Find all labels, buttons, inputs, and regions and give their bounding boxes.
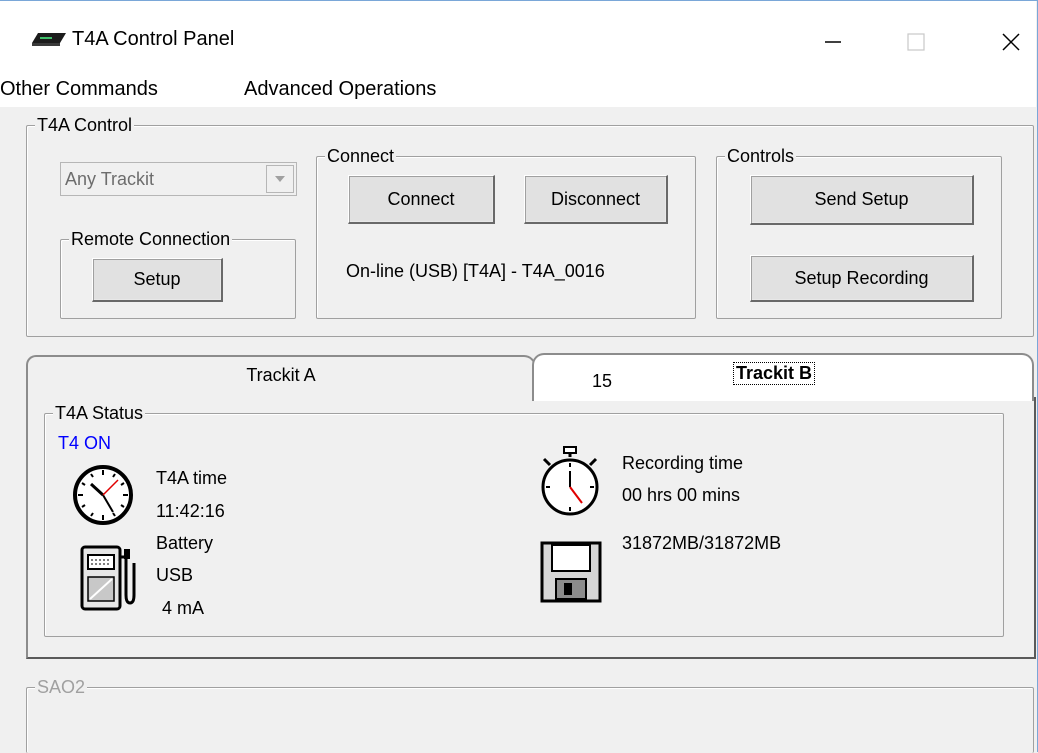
t4a-control-label: T4A Control [35, 114, 135, 136]
window-title: T4A Control Panel [72, 28, 235, 50]
trackit-select-value: Any Trackit [65, 169, 155, 189]
storage-capacity: 31872MB/31872MB [622, 533, 782, 553]
remote-connection-label: Remote Connection [69, 228, 233, 250]
tab-trackit-a-label: Trackit A [246, 365, 316, 385]
maximize-button[interactable] [893, 19, 939, 65]
setup-recording-button[interactable]: Setup Recording [750, 255, 974, 302]
tab-trackit-b-label: Trackit B [732, 362, 816, 385]
recording-time-label: Recording time [622, 453, 744, 473]
recording-time-value: 00 hrs 00 mins [622, 485, 741, 505]
menu-advanced-operations[interactable]: Advanced Operations [244, 78, 436, 101]
minimize-button[interactable] [810, 19, 856, 65]
minimize-icon [825, 41, 841, 43]
main-window: T4A Control Panel Other Commands Advance… [0, 0, 1038, 753]
connection-status: On-line (USB) [T4A] - T4A_0016 [346, 261, 605, 281]
floppy-disk-icon [540, 541, 602, 603]
maximize-icon [907, 33, 925, 51]
close-icon [1002, 33, 1020, 51]
disconnect-button[interactable]: Disconnect [524, 175, 668, 224]
connect-button[interactable]: Connect [348, 175, 495, 224]
trackit-select: Any Trackit [60, 162, 297, 196]
tab-trackit-a[interactable]: Trackit A [26, 355, 536, 397]
sao2-label: SAO2 [35, 676, 88, 698]
stopwatch-icon [541, 446, 599, 516]
title-bar[interactable]: T4A Control Panel [0, 1, 1036, 73]
battery-label: Battery [156, 533, 214, 553]
tab-trackit-b[interactable]: 15 Trackit B [532, 353, 1034, 401]
t4a-time-label: T4A time [156, 468, 228, 488]
fuel-pump-icon [80, 545, 136, 611]
battery-current: 4 mA [162, 598, 205, 618]
clock-icon [73, 465, 133, 525]
controls-label: Controls [725, 145, 797, 167]
menu-bar: Other Commands Advanced Operations [0, 73, 1036, 107]
chevron-down-icon [275, 176, 285, 182]
sao2-group: SAO2 [26, 676, 1034, 753]
close-button[interactable] [988, 19, 1034, 65]
app-icon [32, 33, 66, 46]
tab-trackit-b-number: 15 [592, 371, 613, 391]
t4a-status-label: T4A Status [53, 402, 146, 424]
menu-other-commands[interactable]: Other Commands [0, 78, 158, 101]
send-setup-button[interactable]: Send Setup [750, 175, 974, 225]
power-status: T4 ON [58, 433, 112, 453]
trackit-select-arrow [266, 165, 294, 193]
t4a-time-value: 11:42:16 [156, 501, 225, 521]
battery-source: USB [156, 565, 194, 585]
connect-label: Connect [325, 145, 397, 167]
remote-setup-button[interactable]: Setup [92, 258, 223, 302]
